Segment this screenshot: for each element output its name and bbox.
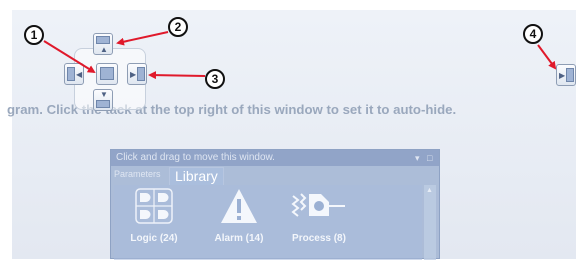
- dock-right-icon[interactable]: ▶: [127, 63, 147, 85]
- dock-top-icon[interactable]: ▲: [93, 33, 113, 55]
- callout-1: 1: [24, 25, 44, 45]
- tab-parameters[interactable]: Parameters: [114, 169, 161, 179]
- callout-4: 4: [523, 24, 543, 44]
- callout-2: 2: [168, 17, 188, 37]
- dock-center-pane: [100, 67, 114, 80]
- library-scrollbar[interactable]: ▲: [424, 185, 436, 260]
- library-content: Logic (24) Alarm (14) Process (8): [114, 185, 422, 260]
- callout-3: 3: [205, 69, 225, 89]
- maximize-icon[interactable]: □: [427, 150, 432, 166]
- arrow-right-glyph: ▶: [559, 71, 566, 80]
- dock-bottom-pane: [96, 100, 110, 108]
- library-item-alarm[interactable]: Alarm (14): [199, 188, 279, 244]
- library-item-label: Logic (24): [130, 233, 178, 244]
- library-tabs: Parameters Library: [111, 166, 439, 185]
- arrow-left-glyph: ◀: [76, 70, 83, 79]
- scroll-up-icon[interactable]: ▲: [426, 187, 433, 194]
- dock-top-pane: [96, 36, 110, 44]
- library-title: Click and drag to move this window.: [116, 152, 275, 163]
- pin-icon[interactable]: ▾: [415, 150, 420, 166]
- process-icon: [291, 193, 345, 217]
- dock-right-pane: [137, 67, 145, 81]
- library-item-logic[interactable]: Logic (24): [114, 188, 194, 244]
- library-item-label: Process (8): [292, 233, 346, 244]
- logic-icon: [135, 188, 173, 224]
- arrow-right-glyph: ▶: [130, 70, 137, 79]
- dock-far-right-icon[interactable]: ▶: [556, 64, 576, 86]
- arrow-up-glyph: ▲: [100, 45, 108, 54]
- dock-tabbed-icon[interactable]: [96, 63, 118, 85]
- tab-library[interactable]: Library: [169, 167, 224, 185]
- library-window[interactable]: Click and drag to move this window. ▾ □ …: [110, 149, 440, 260]
- library-item-label: Alarm (14): [214, 233, 264, 244]
- library-title-bar[interactable]: Click and drag to move this window. ▾ □: [111, 150, 439, 166]
- dock-bottom-icon[interactable]: ▼: [93, 89, 113, 111]
- dock-left-icon[interactable]: ◀: [64, 63, 84, 85]
- dock-far-right-pane: [566, 68, 574, 82]
- arrow-down-glyph: ▼: [100, 90, 108, 99]
- alarm-icon: [221, 189, 257, 223]
- dock-left-pane: [67, 67, 75, 81]
- library-item-process[interactable]: Process (8): [279, 188, 359, 244]
